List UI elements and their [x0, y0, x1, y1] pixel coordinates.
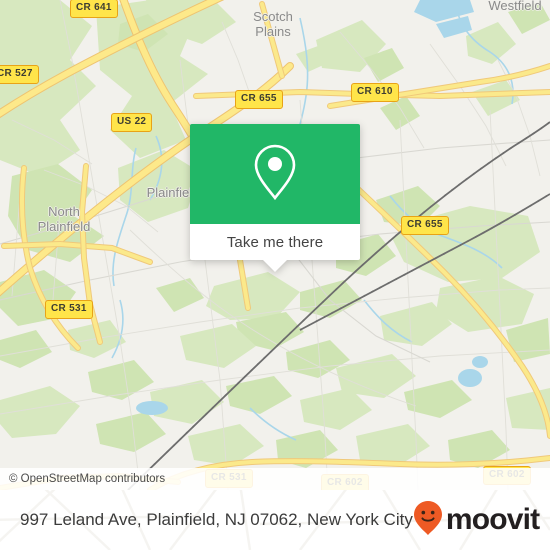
callout-pointer — [263, 260, 287, 272]
destination-callout[interactable]: Take me there — [190, 124, 360, 272]
map-share-card: .park { fill:#d7e8bf; } .park2 { fill:#c… — [0, 0, 550, 550]
road-shield-cr-531[interactable]: CR 531 — [45, 300, 93, 319]
map-canvas[interactable]: .park { fill:#d7e8bf; } .park2 { fill:#c… — [0, 0, 550, 490]
take-me-there-button[interactable]: Take me there — [190, 224, 360, 260]
road-shield-cr-527[interactable]: CR 527 — [0, 65, 39, 84]
destination-address: 997 Leland Ave, Plainfield, NJ 07062, Ne… — [20, 510, 413, 529]
road-shield-cr-655-east[interactable]: CR 655 — [401, 216, 449, 235]
moovit-logo[interactable]: moovit — [413, 500, 540, 541]
footer-bar: 997 Leland Ave, Plainfield, NJ 07062, Ne… — [0, 490, 550, 550]
moovit-wordmark: moovit — [445, 503, 540, 536]
callout-header — [190, 124, 360, 224]
openstreetmap-attribution[interactable]: © OpenStreetMap contributors — [9, 473, 165, 485]
map-pin-icon — [252, 143, 298, 206]
road-shield-cr-655-west[interactable]: CR 655 — [235, 90, 283, 109]
road-shield-us-22[interactable]: US 22 — [111, 113, 153, 132]
moovit-pin-icon — [413, 500, 443, 541]
map-attribution-bar: © OpenStreetMap contributors — [0, 468, 550, 490]
road-shield-cr-641[interactable]: CR 641 — [70, 0, 118, 18]
road-shield-cr-610[interactable]: CR 610 — [351, 83, 399, 102]
take-me-there-label: Take me there — [226, 233, 324, 251]
